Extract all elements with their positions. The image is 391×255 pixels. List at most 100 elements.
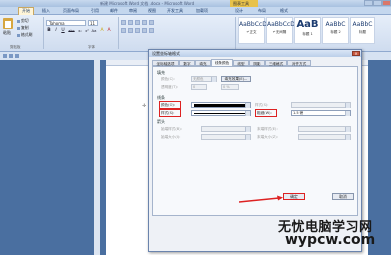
line-weight-spinner[interactable]: 1.5 磅 — [291, 110, 351, 116]
tab-design[interactable]: 设计 — [235, 8, 243, 14]
line-color-select[interactable] — [191, 102, 251, 108]
highlight-color-button[interactable]: A — [99, 28, 105, 34]
title-bar: 新建 Microsoft Word 文档 .docx - Microsoft W… — [0, 0, 391, 7]
dropdown-arrow-icon — [245, 135, 250, 140]
subscript-button[interactable]: x₂ — [77, 28, 83, 34]
tab-layout[interactable]: 布局 — [258, 8, 266, 14]
minimize-button[interactable] — [364, 0, 373, 6]
font-name-select[interactable]: Tahoma — [46, 20, 86, 26]
underline-button[interactable]: U — [60, 28, 66, 34]
fill-color-select: 无颜色 — [191, 76, 217, 82]
dropdown-arrow-icon — [245, 127, 250, 132]
style-sample: AaB — [296, 19, 319, 30]
cut-button[interactable]: 剪切 — [17, 18, 29, 24]
line-style-type-select — [291, 102, 351, 108]
arrow-section-title: 箭头 — [157, 119, 165, 124]
superscript-button[interactable]: x² — [84, 28, 90, 34]
ok-button[interactable]: 确定 — [283, 193, 305, 200]
style-name: ↵正文 — [246, 30, 257, 34]
copy-label: 复制 — [21, 25, 29, 30]
line-style-swatch — [194, 113, 246, 114]
group-divider — [43, 17, 44, 49]
tab-line-color[interactable]: 线条颜色 — [211, 59, 233, 66]
numbering-icon[interactable] — [128, 20, 133, 25]
font-color-button[interactable]: A — [106, 28, 112, 34]
undo-icon[interactable] — [9, 54, 13, 58]
tab-developer[interactable]: 开发工具 — [167, 8, 183, 14]
redo-icon[interactable] — [15, 54, 19, 58]
italic-button[interactable]: I — [53, 28, 59, 34]
group-divider — [235, 17, 236, 49]
tab-references[interactable]: 引用 — [91, 8, 99, 14]
dialog-title: 设置坐标轴格式 — [149, 50, 361, 57]
end-size-label: 末端大小(Z): — [257, 135, 278, 139]
fill-transparency-value: 0 — [193, 85, 196, 89]
style-heading-1[interactable]: AaB 标题 1 — [294, 17, 321, 44]
format-painter-button[interactable]: 格式刷 — [17, 32, 32, 38]
multilevel-list-icon[interactable] — [135, 20, 140, 25]
fill-section-title: 填充 — [157, 70, 165, 75]
maximize-button[interactable] — [373, 0, 382, 6]
style-name: 标题 1 — [302, 32, 313, 36]
tab-addins[interactable]: 加载项 — [196, 8, 208, 14]
red-pointer-arrow — [239, 195, 283, 203]
align-right-icon[interactable] — [135, 28, 140, 33]
style-normal[interactable]: AaBbCcD ↵正文 — [238, 17, 267, 44]
style-sample: AaBbC — [325, 21, 346, 28]
ribbon-tab-bar: 开始 插入 页面布局 引用 邮件 审阅 视图 开发工具 加载项 设计 布局 格式 — [0, 7, 391, 15]
clipboard-group-label: 剪贴板 — [10, 45, 21, 49]
cut-label: 剪切 — [21, 18, 29, 23]
dialog-close-button[interactable]: × — [352, 51, 360, 56]
close-window-button[interactable] — [382, 0, 391, 6]
vertical-ruler — [94, 60, 100, 255]
tab-format[interactable]: 格式 — [280, 8, 288, 14]
style-name: 标题 2 — [330, 30, 341, 34]
strikethrough-button[interactable]: abc — [67, 28, 76, 34]
style-sample: AaBbC — [352, 21, 373, 28]
change-case-button[interactable]: Aa — [91, 28, 97, 34]
line-color-highlight — [159, 101, 181, 109]
font-size-select[interactable]: 11 — [88, 20, 98, 26]
increase-indent-icon[interactable] — [149, 20, 154, 25]
line-weight-highlight — [255, 109, 277, 117]
line-color-swatch — [194, 104, 246, 107]
style-sample: AaBbCcD — [239, 21, 267, 28]
end-size-select — [298, 134, 351, 140]
style-heading-2[interactable]: AaBbC 标题 2 — [322, 17, 349, 44]
brush-icon — [17, 33, 20, 37]
save-icon[interactable] — [3, 54, 7, 58]
begin-size-select — [201, 134, 251, 140]
align-left-icon[interactable] — [121, 28, 126, 33]
fill-color-label: 颜色(C): — [161, 77, 175, 81]
paste-label: 粘贴 — [3, 30, 11, 35]
paste-button[interactable]: 粘贴 — [2, 17, 14, 35]
justify-icon[interactable] — [142, 28, 147, 33]
dropdown-arrow-icon — [211, 77, 216, 82]
tab-insert[interactable]: 插入 — [42, 8, 50, 14]
tab-mailings[interactable]: 邮件 — [110, 8, 118, 14]
dropdown-arrow-icon — [345, 127, 350, 132]
tab-home[interactable]: 开始 — [18, 7, 34, 15]
tab-page-layout[interactable]: 页面布局 — [63, 8, 79, 14]
fill-effects-button[interactable]: 填充效果(E)... — [221, 76, 251, 82]
fill-transparency-spinner: 0 % — [221, 84, 239, 90]
cancel-button[interactable]: 取消 — [332, 193, 354, 200]
fill-transparency-pct: 0 % — [223, 85, 230, 89]
copy-button[interactable]: 复制 — [17, 25, 29, 31]
tab-review[interactable]: 审阅 — [129, 8, 137, 14]
begin-style-label: 始端样式(B): — [161, 127, 182, 131]
paste-icon — [3, 18, 13, 29]
style-title[interactable]: AaBbC 标题 — [350, 17, 375, 44]
tab-view[interactable]: 视图 — [148, 8, 156, 14]
style-no-spacing[interactable]: AaBbCcD ↵无间隔 — [266, 17, 295, 44]
move-handle-icon[interactable]: ✛ — [142, 103, 146, 109]
bullets-icon[interactable] — [121, 20, 126, 25]
line-style-select[interactable] — [191, 110, 251, 116]
align-center-icon[interactable] — [128, 28, 133, 33]
line-weight-value: 1.5 磅 — [293, 111, 304, 115]
begin-style-select — [201, 126, 251, 132]
dropdown-arrow-icon — [345, 103, 350, 108]
line-spacing-icon[interactable] — [149, 28, 154, 33]
decrease-indent-icon[interactable] — [142, 20, 147, 25]
bold-button[interactable]: B — [46, 28, 52, 34]
